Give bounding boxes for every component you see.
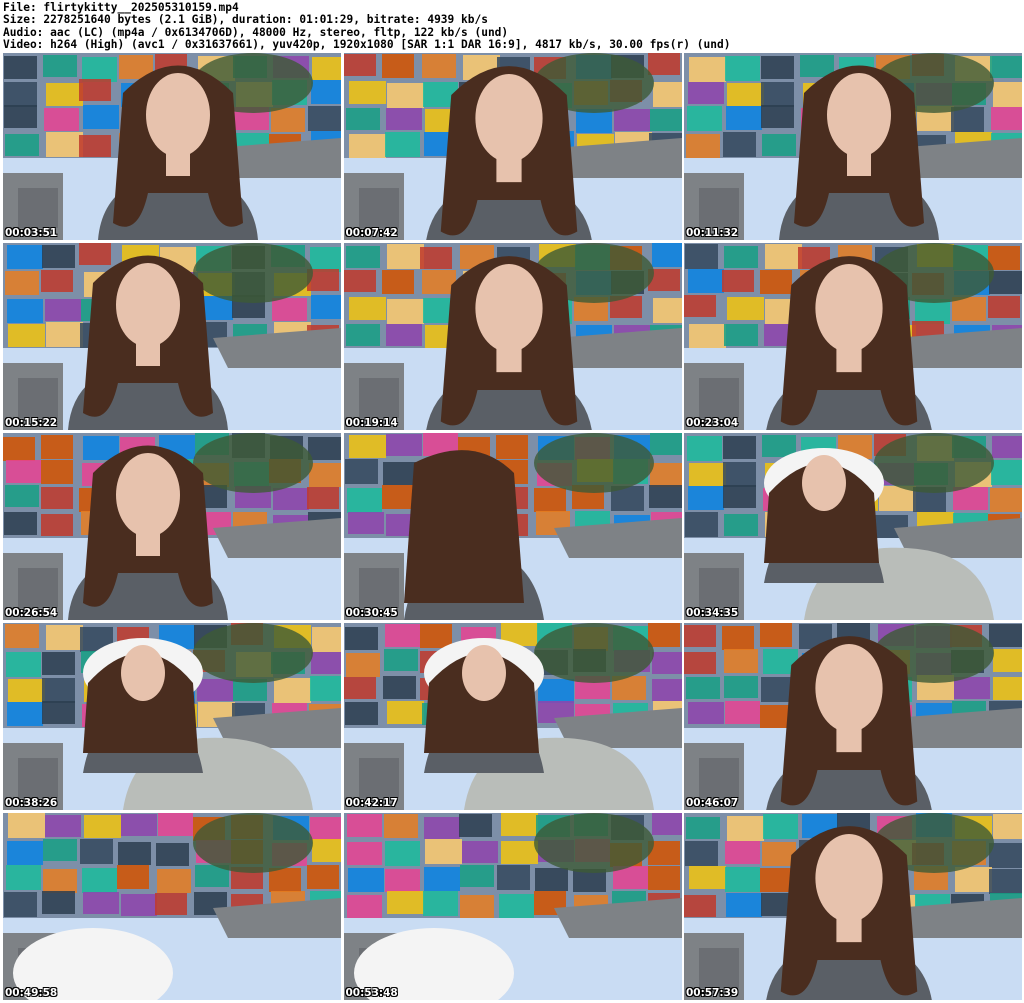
video-thumbnail: 00:49:58 — [3, 813, 341, 1000]
video-thumbnail: 00:26:54 — [3, 433, 341, 620]
thumbnail-timestamp: 00:38:26 — [5, 797, 58, 809]
video-thumbnail: 00:34:35 — [684, 433, 1022, 620]
thumbnail-scene — [3, 243, 341, 430]
thumbnail-scene — [3, 813, 341, 1000]
audio-info-line: Audio: aac (LC) (mp4a / 0x6134706D), 480… — [3, 26, 509, 39]
thumbnail-timestamp: 00:07:42 — [345, 227, 398, 239]
video-thumbnail: 00:38:26 — [3, 623, 341, 810]
thumbnail-scene — [343, 53, 682, 240]
thumbnail-timestamp: 00:23:04 — [686, 417, 739, 429]
thumbnail-timestamp: 00:26:54 — [5, 607, 58, 619]
video-thumbnail: 00:07:42 — [343, 53, 682, 240]
video-thumbnail: 00:15:22 — [3, 243, 341, 430]
thumbnail-scene — [684, 243, 1022, 430]
file-name-line: File: flirtykitty__202505310159.mp4 — [3, 2, 239, 14]
thumbnail-scene — [343, 623, 682, 810]
video-thumbnail: 00:46:07 — [684, 623, 1022, 810]
video-thumbnail: 00:30:45 — [343, 433, 682, 620]
video-thumbnail: 00:19:14 — [343, 243, 682, 430]
thumbnail-timestamp: 00:03:51 — [5, 227, 58, 239]
video-info-line: Video: h264 (High) (avc1 / 0x31637661), … — [3, 39, 731, 52]
thumbnail-timestamp: 00:19:14 — [345, 417, 398, 429]
thumbnail-timestamp: 00:30:45 — [345, 607, 398, 619]
contact-sheet: File: flirtykitty__202505310159.mp4 Size… — [0, 0, 1024, 1003]
thumbnail-scene — [684, 623, 1022, 810]
thumbnail-grid: 00:03:51 00:07:42 00:11:32 00:15:22 00:19:14… — [3, 53, 1022, 1000]
video-thumbnail: 00:53:48 — [343, 813, 682, 1000]
file-size-line: Size: 2278251640 bytes (2.1 GiB), durati… — [3, 14, 488, 27]
file-info-header: File: flirtykitty__202505310159.mp4 Size… — [3, 2, 1021, 52]
thumbnail-timestamp: 00:49:58 — [5, 987, 58, 999]
thumbnail-scene — [3, 53, 341, 240]
thumbnail-scene — [684, 53, 1022, 240]
thumbnail-scene — [3, 623, 341, 810]
thumbnail-scene — [684, 813, 1022, 1000]
video-thumbnail: 00:11:32 — [684, 53, 1022, 240]
thumbnail-scene — [343, 433, 682, 620]
thumbnail-scene — [684, 433, 1022, 620]
thumbnail-timestamp: 00:42:17 — [345, 797, 398, 809]
thumbnail-timestamp: 00:46:07 — [686, 797, 739, 809]
video-thumbnail: 00:23:04 — [684, 243, 1022, 430]
video-thumbnail: 00:57:39 — [684, 813, 1022, 1000]
thumbnail-scene — [3, 433, 341, 620]
thumbnail-scene — [343, 243, 682, 430]
thumbnail-timestamp: 00:53:48 — [345, 987, 398, 999]
thumbnail-timestamp: 00:15:22 — [5, 417, 58, 429]
video-thumbnail: 00:03:51 — [3, 53, 341, 240]
thumbnail-timestamp: 00:57:39 — [686, 987, 739, 999]
thumbnail-scene — [343, 813, 682, 1000]
thumbnail-timestamp: 00:34:35 — [686, 607, 739, 619]
video-thumbnail: 00:42:17 — [343, 623, 682, 810]
thumbnail-timestamp: 00:11:32 — [686, 227, 739, 239]
